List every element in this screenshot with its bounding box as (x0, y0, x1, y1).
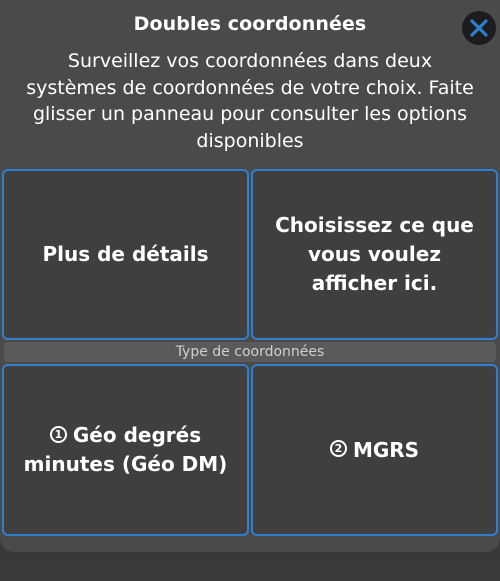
number-1-badge-icon: 1 (49, 426, 67, 443)
custom-display-panel[interactable]: Choisissez ce que vous voulez afficher i… (251, 169, 498, 340)
coordinate-type-header: Type de coordonnées (4, 342, 496, 362)
number-2-badge-icon: 2 (329, 439, 347, 457)
dual-coordinates-sheet: Doubles coordonnées Surveillez vos coord… (0, 0, 500, 552)
close-button[interactable] (462, 11, 496, 45)
instructions-text: Surveillez vos coordonnées dans deux sys… (26, 50, 474, 152)
coordinate-panel-1[interactable]: 1 Géo degrés minutes (Géo DM) (2, 364, 249, 536)
details-panel-label: Plus de détails (42, 242, 209, 266)
close-icon (469, 18, 489, 38)
coordinate-panel-2-label: MGRS (352, 437, 420, 462)
coordinate-panel-2[interactable]: 2 MGRS (251, 364, 498, 536)
coordinate-panel-1-label-wrap: 1 Géo degrés minutes (Géo DM) (14, 421, 237, 479)
details-panel[interactable]: Plus de détails (2, 169, 249, 340)
sheet-title: Doubles coordonnées (133, 13, 367, 35)
custom-display-panel-label: Choisissez ce que vous voulez afficher i… (275, 213, 474, 295)
